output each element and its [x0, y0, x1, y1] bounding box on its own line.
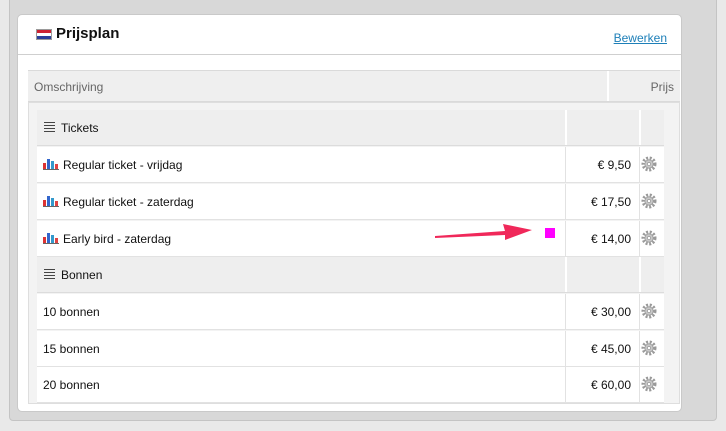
gear-icon[interactable] — [641, 193, 657, 209]
row-price: € 14,00 — [590, 232, 631, 246]
group-row-bonnen[interactable]: Bonnen — [37, 257, 664, 293]
annotation-arrow-icon — [435, 224, 532, 240]
gear-icon[interactable] — [641, 230, 657, 246]
flag-nl-icon — [36, 29, 52, 40]
column-divider — [639, 221, 640, 256]
group-label: Bonnen — [61, 268, 103, 282]
price-plan-panel: Prijsplan Bewerken Omschrijving Prijs Ti… — [17, 14, 682, 412]
table-row[interactable]: 15 bonnen € 45,00 — [37, 331, 664, 367]
column-divider — [639, 294, 640, 329]
row-price: € 30,00 — [590, 305, 631, 319]
row-price: € 17,50 — [590, 195, 631, 209]
edit-link[interactable]: Bewerken — [614, 31, 667, 45]
column-divider — [565, 257, 567, 292]
gear-icon[interactable] — [641, 340, 657, 356]
column-divider — [565, 184, 566, 219]
column-divider — [639, 147, 640, 182]
gear-icon[interactable] — [641, 156, 657, 172]
table-row[interactable]: Regular ticket - vrijdag € 9,50 — [37, 147, 664, 183]
column-divider — [565, 147, 566, 182]
row-label: Regular ticket - vrijdag — [63, 158, 183, 172]
row-label: 15 bonnen — [43, 342, 100, 356]
column-price-header: Prijs — [650, 80, 674, 94]
panel-header: Prijsplan Bewerken — [18, 15, 681, 55]
column-divider — [639, 184, 640, 219]
column-divider — [607, 71, 609, 101]
group-row-tickets[interactable]: Tickets — [37, 110, 664, 146]
row-label: Regular ticket - zaterdag — [63, 195, 194, 209]
row-label: Early bird - zaterdag — [63, 232, 172, 246]
gear-icon[interactable] — [641, 303, 657, 319]
row-price: € 45,00 — [590, 342, 631, 356]
column-divider — [639, 367, 640, 402]
bar-chart-icon — [43, 196, 59, 207]
row-label: 10 bonnen — [43, 305, 100, 319]
column-header: Omschrijving Prijs — [28, 70, 680, 102]
table-row[interactable]: 10 bonnen € 30,00 — [37, 294, 664, 330]
column-divider — [565, 294, 566, 329]
column-description-header: Omschrijving — [34, 80, 104, 94]
list-icon — [44, 122, 55, 132]
column-divider — [565, 331, 566, 366]
annotation-marker — [545, 228, 555, 238]
list-icon — [44, 269, 55, 279]
table-row[interactable]: Early bird - zaterdag € 14,00 — [37, 221, 664, 257]
price-table: Tickets Regular ticket - vrijdag € 9,50 — [28, 102, 680, 404]
column-divider — [639, 110, 641, 145]
table-row[interactable]: Regular ticket - zaterdag € 17,50 — [37, 184, 664, 220]
bar-chart-icon — [43, 233, 59, 244]
row-price: € 9,50 — [597, 158, 631, 172]
row-label: 20 bonnen — [43, 378, 100, 392]
group-label: Tickets — [61, 121, 99, 135]
column-divider — [565, 367, 566, 402]
column-divider — [639, 257, 641, 292]
column-divider — [565, 221, 566, 256]
bar-chart-icon — [43, 159, 59, 170]
column-divider — [639, 331, 640, 366]
row-price: € 60,00 — [590, 378, 631, 392]
column-divider — [565, 110, 567, 145]
gear-icon[interactable] — [641, 376, 657, 392]
table-row[interactable]: 20 bonnen € 60,00 — [37, 367, 664, 403]
panel-title: Prijsplan — [56, 25, 120, 42]
